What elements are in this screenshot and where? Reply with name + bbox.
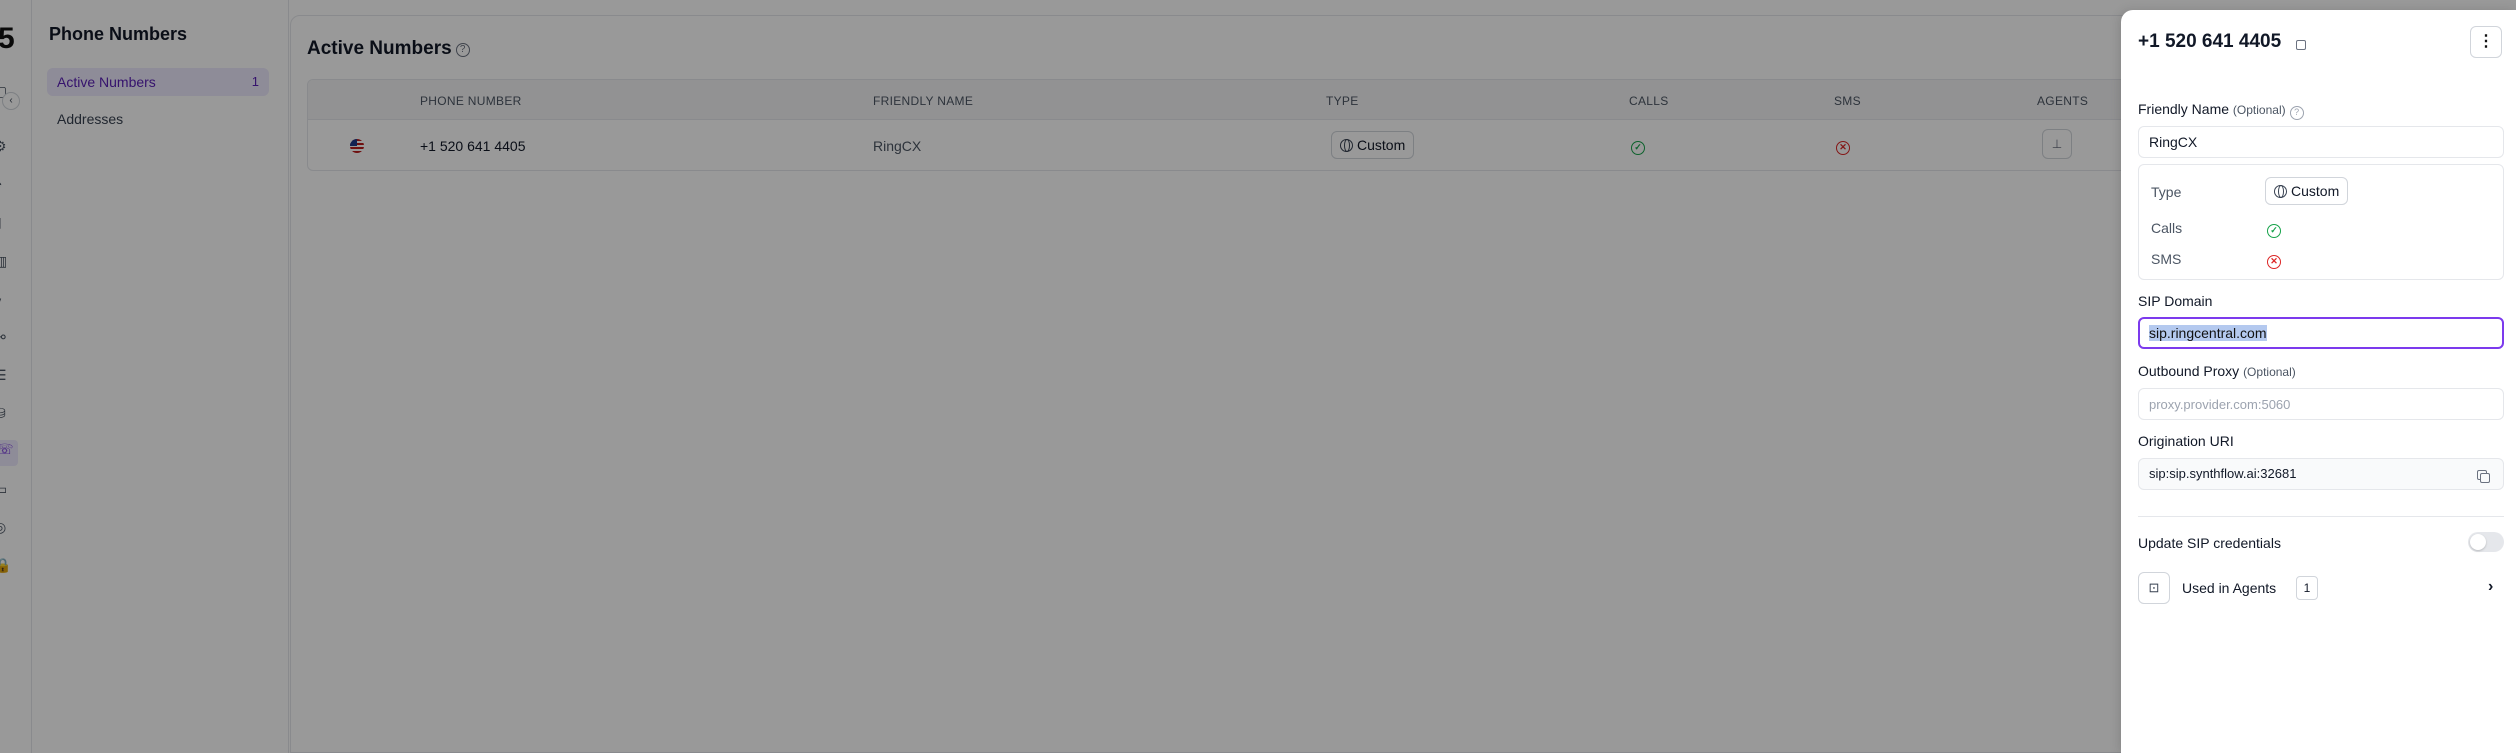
outbound-proxy-label: Outbound Proxy (Optional): [2138, 363, 2296, 379]
number-info-box: Type Custom Calls ✓ SMS ✕: [2138, 164, 2504, 280]
origination-uri-field: sip:sip.synthflow.ai:32681: [2138, 458, 2504, 490]
sip-domain-field[interactable]: sip.ringcentral.com: [2138, 317, 2504, 349]
outbound-proxy-field[interactable]: [2138, 388, 2504, 420]
copy-number-button[interactable]: [2296, 37, 2306, 55]
drawer-title: +1 520 641 4405: [2138, 31, 2282, 52]
friendly-name-label: Friendly Name (Optional)?: [2138, 101, 2304, 120]
sms-status: ✕: [2267, 251, 2281, 269]
used-in-agents-count: 1: [2296, 576, 2318, 600]
calls-label: Calls: [2151, 220, 2183, 236]
type-badge: Custom: [2265, 177, 2349, 205]
copy-icon: [2477, 470, 2490, 483]
more-options-button[interactable]: ⋮: [2470, 26, 2502, 58]
type-label: Type: [2151, 184, 2182, 200]
check-circle-icon: ✓: [2267, 224, 2281, 238]
update-sip-credentials-label: Update SIP credentials: [2138, 535, 2281, 551]
x-circle-icon: ✕: [2267, 255, 2281, 269]
bot-icon: ⊡: [2138, 572, 2170, 604]
sip-domain-label: SIP Domain: [2138, 293, 2213, 309]
update-sip-credentials-toggle[interactable]: [2468, 532, 2504, 552]
divider: [2138, 516, 2504, 517]
globe-icon: [2274, 185, 2287, 198]
sms-label: SMS: [2151, 251, 2182, 267]
phone-number-detail-drawer: +1 520 641 4405 ⋮ Friendly Name (Optiona…: [2121, 10, 2516, 753]
used-in-agents-label: Used in Agents: [2182, 580, 2277, 596]
origination-uri-label: Origination URI: [2138, 433, 2234, 449]
used-in-agents-row[interactable]: ⊡ Used in Agents 1 ›: [2138, 572, 2504, 604]
chevron-right-icon: ›: [2488, 578, 2494, 595]
help-icon[interactable]: ?: [2289, 106, 2304, 120]
friendly-name-field[interactable]: [2138, 126, 2504, 158]
calls-status: ✓: [2267, 220, 2281, 238]
copy-icon: [2296, 40, 2306, 50]
copy-origination-uri-button[interactable]: [2477, 467, 2490, 485]
